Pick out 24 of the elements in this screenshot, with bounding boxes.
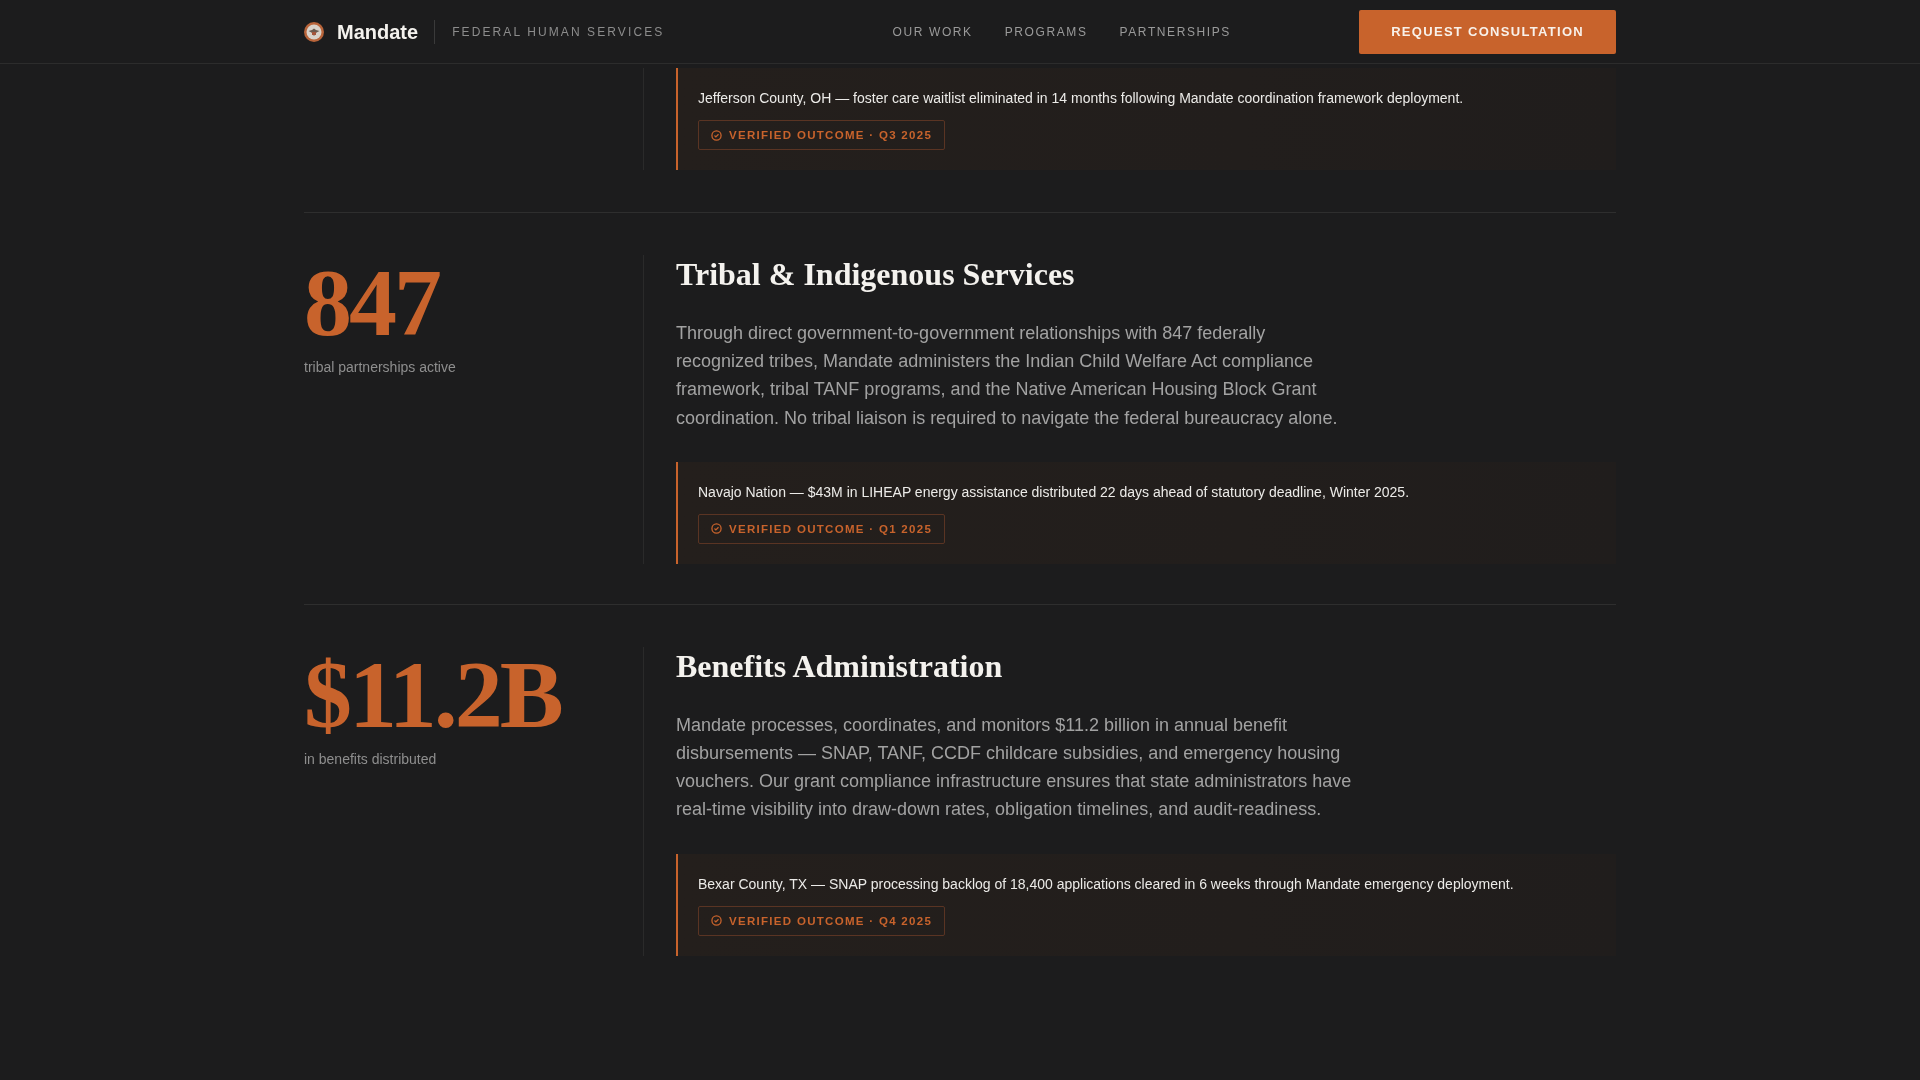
verified-outcome-text: VERIFIED OUTCOME · Q1 2025 [729, 522, 933, 535]
nav-link[interactable]: OUR WORK [892, 24, 973, 39]
stat-label: tribal partnerships active [304, 359, 456, 375]
section-description: Mandate processes, coordinates, and monitors $11.2 billion in annual benefit disbursements — SNAP, TANF, CCDF childcare subsidies, and emergency housing vouchers. Our grant compliance infrastructure ensures that state administrators have real-time visibility into draw-down rates, obligation timelines, and audit-readiness. [676, 713, 1353, 822]
stat-label: in benefits distributed [304, 750, 437, 767]
brand-name[interactable]: Mandate [337, 19, 436, 44]
section-title: Tribal & Indigenous Services [676, 255, 1075, 293]
stat-value: $11.2B [304, 646, 561, 743]
outcome-description: Navajo Nation — $43M in LIHEAP energy assistance distributed 22 days ahead of statutory deadline, Winter 2025. [698, 482, 1410, 502]
request-consultation-button[interactable]: REQUEST CONSULTATION [1359, 9, 1616, 54]
nav-link[interactable]: PARTNERSHIPS [1119, 24, 1231, 39]
stat-value: 847 [304, 255, 439, 351]
brand-tagline: FEDERAL HUMAN SERVICES [452, 24, 665, 39]
section-title: Benefits Administration [676, 646, 1003, 685]
outcome-description: Bexar County, TX — SNAP processing backlog of 18,400 applications cleared in 6 weeks through Mandate emergency deployment. [698, 874, 1514, 894]
section-description: Through direct government-to-government relationships with 847 federally recognized tribes, Mandate administers the Indian Child Welfare Act compliance framework, tribal TANF programs, and the Native American Housing Block Grant coordination. No tribal liaison is required to navigate the federal bureaucracy alone. [676, 322, 1339, 430]
emblem-icon [304, 21, 324, 42]
verified-outcome-text: VERIFIED OUTCOME · Q4 2025 [729, 914, 933, 927]
verified-outcome-text: VERIFIED OUTCOME · Q3 2025 [729, 129, 933, 141]
outcome-description: Jefferson County, OH — foster care waitlist eliminated in 14 months following Mandate coordination framework deployment. [698, 89, 1464, 108]
check-circle-icon [711, 523, 722, 535]
check-circle-icon [711, 915, 722, 927]
check-circle-icon [711, 129, 722, 141]
nav-link[interactable]: PROGRAMS [1004, 24, 1088, 39]
